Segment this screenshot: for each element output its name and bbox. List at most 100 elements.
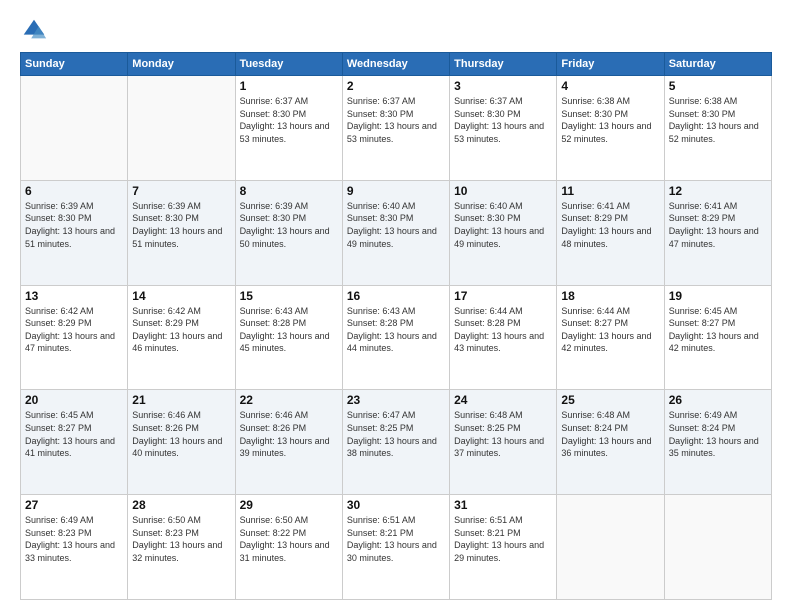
day-number: 31 bbox=[454, 498, 552, 512]
calendar-cell bbox=[557, 495, 664, 600]
day-info: Sunrise: 6:37 AMSunset: 8:30 PMDaylight:… bbox=[240, 95, 338, 145]
calendar-body: 1 Sunrise: 6:37 AMSunset: 8:30 PMDaylight… bbox=[21, 76, 772, 600]
day-info: Sunrise: 6:39 AMSunset: 8:30 PMDaylight:… bbox=[132, 200, 230, 250]
day-info: Sunrise: 6:49 AMSunset: 8:24 PMDaylight:… bbox=[669, 409, 767, 459]
day-number: 22 bbox=[240, 393, 338, 407]
day-number: 19 bbox=[669, 289, 767, 303]
weekday-header-saturday: Saturday bbox=[664, 53, 771, 76]
day-info: Sunrise: 6:43 AMSunset: 8:28 PMDaylight:… bbox=[240, 305, 338, 355]
day-number: 11 bbox=[561, 184, 659, 198]
calendar-cell: 14 Sunrise: 6:42 AMSunset: 8:29 PMDayligh… bbox=[128, 285, 235, 390]
day-info: Sunrise: 6:45 AMSunset: 8:27 PMDaylight:… bbox=[25, 409, 123, 459]
day-info: Sunrise: 6:49 AMSunset: 8:23 PMDaylight:… bbox=[25, 514, 123, 564]
day-number: 21 bbox=[132, 393, 230, 407]
calendar-cell: 10 Sunrise: 6:40 AMSunset: 8:30 PMDayligh… bbox=[450, 180, 557, 285]
weekday-header-thursday: Thursday bbox=[450, 53, 557, 76]
calendar-header: SundayMondayTuesdayWednesdayThursdayFrid… bbox=[21, 53, 772, 76]
day-number: 5 bbox=[669, 79, 767, 93]
calendar-cell: 7 Sunrise: 6:39 AMSunset: 8:30 PMDaylight… bbox=[128, 180, 235, 285]
calendar-cell bbox=[128, 76, 235, 181]
day-number: 15 bbox=[240, 289, 338, 303]
day-number: 26 bbox=[669, 393, 767, 407]
day-info: Sunrise: 6:43 AMSunset: 8:28 PMDaylight:… bbox=[347, 305, 445, 355]
calendar-cell: 8 Sunrise: 6:39 AMSunset: 8:30 PMDaylight… bbox=[235, 180, 342, 285]
day-info: Sunrise: 6:46 AMSunset: 8:26 PMDaylight:… bbox=[240, 409, 338, 459]
day-info: Sunrise: 6:40 AMSunset: 8:30 PMDaylight:… bbox=[454, 200, 552, 250]
week-row-4: 27 Sunrise: 6:49 AMSunset: 8:23 PMDayligh… bbox=[21, 495, 772, 600]
day-number: 4 bbox=[561, 79, 659, 93]
calendar-cell: 11 Sunrise: 6:41 AMSunset: 8:29 PMDayligh… bbox=[557, 180, 664, 285]
day-number: 20 bbox=[25, 393, 123, 407]
day-info: Sunrise: 6:41 AMSunset: 8:29 PMDaylight:… bbox=[669, 200, 767, 250]
calendar-cell: 26 Sunrise: 6:49 AMSunset: 8:24 PMDayligh… bbox=[664, 390, 771, 495]
day-info: Sunrise: 6:42 AMSunset: 8:29 PMDaylight:… bbox=[25, 305, 123, 355]
calendar-cell: 5 Sunrise: 6:38 AMSunset: 8:30 PMDaylight… bbox=[664, 76, 771, 181]
day-number: 6 bbox=[25, 184, 123, 198]
day-info: Sunrise: 6:50 AMSunset: 8:22 PMDaylight:… bbox=[240, 514, 338, 564]
calendar-table: SundayMondayTuesdayWednesdayThursdayFrid… bbox=[20, 52, 772, 600]
calendar-cell: 17Sunrise: 6:44 AMSunset: 8:28 PMDayligh… bbox=[450, 285, 557, 390]
calendar-cell: 16 Sunrise: 6:43 AMSunset: 8:28 PMDayligh… bbox=[342, 285, 449, 390]
day-number: 8 bbox=[240, 184, 338, 198]
day-info: Sunrise: 6:50 AMSunset: 8:23 PMDaylight:… bbox=[132, 514, 230, 564]
calendar-cell: 3 Sunrise: 6:37 AMSunset: 8:30 PMDaylight… bbox=[450, 76, 557, 181]
day-info: Sunrise: 6:39 AMSunset: 8:30 PMDaylight:… bbox=[25, 200, 123, 250]
day-info: Sunrise: 6:38 AMSunset: 8:30 PMDaylight:… bbox=[561, 95, 659, 145]
day-number: 24 bbox=[454, 393, 552, 407]
calendar-cell bbox=[21, 76, 128, 181]
day-info: Sunrise: 6:37 AMSunset: 8:30 PMDaylight:… bbox=[454, 95, 552, 145]
day-info: Sunrise: 6:48 AMSunset: 8:25 PMDaylight:… bbox=[454, 409, 552, 459]
calendar-cell: 21 Sunrise: 6:46 AMSunset: 8:26 PMDayligh… bbox=[128, 390, 235, 495]
day-number: 25 bbox=[561, 393, 659, 407]
calendar-cell: 30 Sunrise: 6:51 AMSunset: 8:21 PMDayligh… bbox=[342, 495, 449, 600]
day-info: Sunrise: 6:40 AMSunset: 8:30 PMDaylight:… bbox=[347, 200, 445, 250]
day-info: Sunrise: 6:44 AMSunset: 8:27 PMDaylight:… bbox=[561, 305, 659, 355]
day-number: 3 bbox=[454, 79, 552, 93]
day-number: 23 bbox=[347, 393, 445, 407]
day-number: 18 bbox=[561, 289, 659, 303]
day-number: 7 bbox=[132, 184, 230, 198]
day-number: 16 bbox=[347, 289, 445, 303]
day-info: Sunrise: 6:37 AMSunset: 8:30 PMDaylight:… bbox=[347, 95, 445, 145]
calendar-cell: 6 Sunrise: 6:39 AMSunset: 8:30 PMDaylight… bbox=[21, 180, 128, 285]
week-row-2: 13 Sunrise: 6:42 AMSunset: 8:29 PMDayligh… bbox=[21, 285, 772, 390]
calendar-cell: 13 Sunrise: 6:42 AMSunset: 8:29 PMDayligh… bbox=[21, 285, 128, 390]
day-number: 27 bbox=[25, 498, 123, 512]
week-row-3: 20 Sunrise: 6:45 AMSunset: 8:27 PMDayligh… bbox=[21, 390, 772, 495]
calendar-cell: 25 Sunrise: 6:48 AMSunset: 8:24 PMDayligh… bbox=[557, 390, 664, 495]
day-info: Sunrise: 6:46 AMSunset: 8:26 PMDaylight:… bbox=[132, 409, 230, 459]
calendar-cell: 28 Sunrise: 6:50 AMSunset: 8:23 PMDayligh… bbox=[128, 495, 235, 600]
week-row-1: 6 Sunrise: 6:39 AMSunset: 8:30 PMDaylight… bbox=[21, 180, 772, 285]
calendar-cell: 29Sunrise: 6:50 AMSunset: 8:22 PMDayligh… bbox=[235, 495, 342, 600]
weekday-header-sunday: Sunday bbox=[21, 53, 128, 76]
day-info: Sunrise: 6:41 AMSunset: 8:29 PMDaylight:… bbox=[561, 200, 659, 250]
day-info: Sunrise: 6:51 AMSunset: 8:21 PMDaylight:… bbox=[347, 514, 445, 564]
day-info: Sunrise: 6:48 AMSunset: 8:24 PMDaylight:… bbox=[561, 409, 659, 459]
day-info: Sunrise: 6:39 AMSunset: 8:30 PMDaylight:… bbox=[240, 200, 338, 250]
day-number: 17 bbox=[454, 289, 552, 303]
day-number: 2 bbox=[347, 79, 445, 93]
day-number: 14 bbox=[132, 289, 230, 303]
logo bbox=[20, 16, 52, 44]
calendar-cell: 9Sunrise: 6:40 AMSunset: 8:30 PMDaylight… bbox=[342, 180, 449, 285]
weekday-header-friday: Friday bbox=[557, 53, 664, 76]
day-info: Sunrise: 6:51 AMSunset: 8:21 PMDaylight:… bbox=[454, 514, 552, 564]
page: SundayMondayTuesdayWednesdayThursdayFrid… bbox=[0, 0, 792, 612]
day-number: 28 bbox=[132, 498, 230, 512]
calendar-cell: 23 Sunrise: 6:47 AMSunset: 8:25 PMDayligh… bbox=[342, 390, 449, 495]
calendar-cell: 18 Sunrise: 6:44 AMSunset: 8:27 PMDayligh… bbox=[557, 285, 664, 390]
calendar-cell: 22 Sunrise: 6:46 AMSunset: 8:26 PMDayligh… bbox=[235, 390, 342, 495]
weekday-header-tuesday: Tuesday bbox=[235, 53, 342, 76]
calendar-cell: 2 Sunrise: 6:37 AMSunset: 8:30 PMDaylight… bbox=[342, 76, 449, 181]
day-number: 1 bbox=[240, 79, 338, 93]
day-number: 30 bbox=[347, 498, 445, 512]
calendar-cell: 15 Sunrise: 6:43 AMSunset: 8:28 PMDayligh… bbox=[235, 285, 342, 390]
day-number: 13 bbox=[25, 289, 123, 303]
calendar-cell: 4 Sunrise: 6:38 AMSunset: 8:30 PMDaylight… bbox=[557, 76, 664, 181]
calendar-cell: 27 Sunrise: 6:49 AMSunset: 8:23 PMDayligh… bbox=[21, 495, 128, 600]
logo-icon bbox=[20, 16, 48, 44]
day-info: Sunrise: 6:47 AMSunset: 8:25 PMDaylight:… bbox=[347, 409, 445, 459]
day-number: 10 bbox=[454, 184, 552, 198]
day-info: Sunrise: 6:42 AMSunset: 8:29 PMDaylight:… bbox=[132, 305, 230, 355]
day-info: Sunrise: 6:38 AMSunset: 8:30 PMDaylight:… bbox=[669, 95, 767, 145]
